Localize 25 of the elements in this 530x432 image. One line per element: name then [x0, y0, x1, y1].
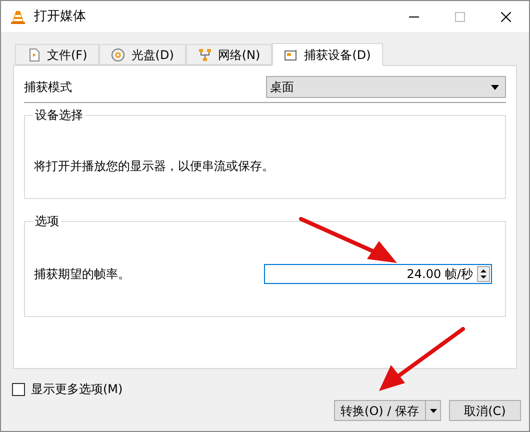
- tab[interactable]: 网络(N): [186, 44, 272, 65]
- description-text: 将打开并播放您的显示器，以便串流或保存。: [34, 158, 274, 175]
- capture-card-icon: [284, 48, 298, 62]
- capture-mode-dropdown[interactable]: 桌面: [266, 76, 506, 98]
- caret-icon: [430, 408, 436, 412]
- tab[interactable]: 文件(F): [15, 44, 100, 65]
- dropdown-button[interactable]: [426, 400, 441, 421]
- frame-rate-label: 捕获期望的帧率。: [34, 266, 130, 283]
- tab[interactable]: 光盘(D): [99, 44, 186, 65]
- traffic-cone-icon: [10, 8, 26, 24]
- window-title: 打开媒体: [34, 8, 86, 26]
- cancel-button[interactable]: 取消(C): [449, 400, 521, 421]
- spin-arrows-icon[interactable]: [477, 266, 490, 282]
- tab[interactable]: 捕获设备(D): [272, 43, 383, 66]
- disc-icon: [111, 48, 126, 62]
- checkbox-label: 显示更多选项(M): [31, 381, 123, 398]
- checkbox[interactable]: [12, 382, 25, 396]
- group-title: 选项: [33, 214, 61, 228]
- frame-rate-spinbox[interactable]: 24.00 帧/秒: [264, 264, 492, 284]
- capture-mode-label: 捕获模式: [24, 79, 72, 96]
- file-icon: [27, 48, 41, 62]
- caret-icon: [491, 84, 499, 90]
- convert-save-button[interactable]: 转换(O) / 保存: [334, 400, 426, 421]
- group-title: 设备选择: [33, 108, 85, 122]
- network-icon: [198, 48, 212, 62]
